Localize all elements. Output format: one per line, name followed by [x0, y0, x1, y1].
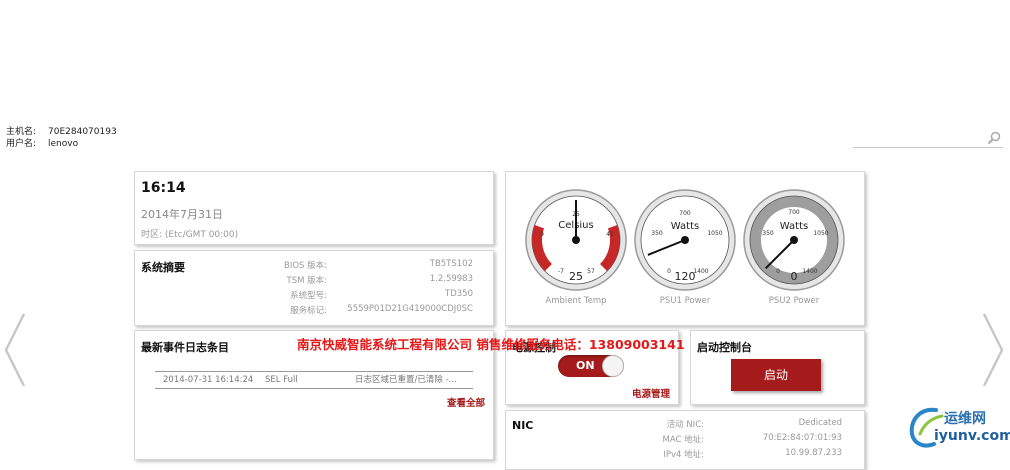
chevron-right-icon[interactable]: [978, 312, 1006, 388]
psu2-unit: Watts: [780, 221, 808, 232]
view-all-link[interactable]: 查看全部: [447, 395, 485, 409]
mac-address-row: MAC 地址: 70:E2:84:07:01:93: [506, 433, 864, 445]
watermark-logo: 运维网 iyunv.com: [906, 402, 1010, 450]
nic-card: NIC 活动 NIC: Dedicated MAC 地址: 70:E2:84:0…: [505, 410, 865, 470]
remote-console-card: 启动控制台 启动: [690, 330, 865, 405]
psu2-min: 0: [776, 268, 780, 275]
tsm-version-value: 1.2.59983: [429, 274, 473, 284]
mac-address-value: 70:E2:84:07:01:93: [762, 433, 842, 443]
ipv4-address-label: IPv4 地址:: [663, 450, 704, 460]
search-icon[interactable]: [987, 131, 1001, 145]
ipv4-address-row: IPv4 地址: 10.99.87.233: [506, 448, 864, 460]
psu1-max: 1400: [693, 268, 708, 275]
event-log-title: 最新事件日志条目: [141, 341, 229, 354]
watermark-en: iyunv.com: [934, 428, 1010, 444]
host-info: 主机名: 70E284070193 用户名: lenovo: [6, 126, 117, 150]
mac-address-label: MAC 地址:: [662, 435, 705, 445]
ipv4-address-value: 10.99.87.233: [785, 448, 842, 458]
service-tag-value: 5559P01D21G419000CDJ0SC: [347, 304, 473, 314]
active-nic-label: 活动 NIC:: [666, 420, 704, 430]
username-value: lenovo: [48, 139, 79, 149]
power-toggle-knob[interactable]: [602, 355, 624, 377]
psu1-power-label: PSU1 Power: [659, 296, 711, 306]
psu2-power-gauge: 350 700 1050 0 1400 Watts 0: [743, 189, 845, 291]
timezone: 时区: (Etc/GMT 00:00): [141, 230, 239, 240]
bios-version-row: BIOS 版本: TB5TS102: [135, 259, 493, 271]
psu1-min: 0: [667, 268, 671, 275]
psu1-value: 120: [675, 270, 696, 283]
psu1-power-gauge: 350 700 1050 0 1400 Watts 120: [634, 189, 736, 291]
system-summary-card: 系统摘要 BIOS 版本: TB5TS102 TSM 版本: 1.2.59983…: [134, 250, 494, 326]
remote-console-title: 启动控制台: [697, 341, 752, 354]
psu2-value: 0: [791, 270, 798, 283]
ambient-temp-label: Ambient Temp: [545, 296, 607, 306]
hostname-row: 主机名: 70E284070193: [6, 126, 117, 138]
active-nic-row: 活动 NIC: Dedicated: [506, 418, 864, 430]
time-card: 16:14 2014年7月31日 时区: (Etc/GMT 00:00): [134, 171, 494, 245]
event-type: SEL Full: [265, 375, 298, 385]
psu2-tick-350: 350: [762, 230, 774, 237]
ambient-temp-min: -7: [558, 268, 564, 275]
ambient-temp-gauge: 9 25 41 -7 57 Celsius 25: [525, 189, 627, 291]
psu1-unit: Watts: [671, 221, 699, 232]
current-date: 2014年7月31日: [141, 208, 223, 221]
system-model-value: TD350: [445, 289, 473, 299]
service-tag-label: 服务标记:: [290, 306, 327, 316]
bios-version-label: BIOS 版本:: [284, 261, 327, 271]
psu2-tick-1050: 1050: [813, 230, 828, 237]
watermark-cn: 运维网: [944, 411, 986, 427]
sensor-gauges-card: 9 25 41 -7 57 Celsius 25 350 700 1050 0 …: [505, 171, 865, 326]
psu2-tick-700: 700: [788, 209, 800, 216]
event-message: 日志区域已重置/已清除 -...: [355, 375, 457, 385]
hostname-label: 主机名:: [6, 127, 37, 137]
chevron-left-icon[interactable]: [2, 312, 30, 388]
psu1-tick-1050: 1050: [707, 230, 722, 237]
ambient-temp-tick-9: 9: [540, 231, 544, 238]
search-input[interactable]: [853, 131, 1003, 148]
event-timestamp: 2014-07-31 16:14:24: [163, 375, 254, 385]
service-tag-row: 服务标记: 5559P01D21G419000CDJ0SC: [135, 304, 493, 316]
system-model-label: 系统型号:: [290, 291, 327, 301]
username-row: 用户名: lenovo: [6, 138, 117, 150]
service-banner: 南京快威智能系统工程有限公司 销售维修服务电话：13809003141: [297, 337, 685, 352]
ambient-temp-tick-41: 41: [606, 231, 614, 238]
psu1-hub: [681, 236, 689, 244]
power-management-link[interactable]: 电源管理: [632, 386, 670, 400]
power-toggle-label: ON: [576, 359, 595, 372]
tsm-version-label: TSM 版本:: [286, 276, 328, 286]
current-time: 16:14: [141, 180, 186, 196]
psu2-power-label: PSU2 Power: [768, 296, 820, 306]
ambient-temp-hub: [572, 236, 580, 244]
psu2-max: 1400: [802, 268, 817, 275]
ambient-temp-max: 57: [587, 268, 595, 275]
username-label: 用户名:: [6, 139, 37, 149]
tsm-version-row: TSM 版本: 1.2.59983: [135, 274, 493, 286]
psu1-tick-350: 350: [651, 230, 663, 237]
psu2-hub: [790, 236, 798, 244]
psu1-tick-700: 700: [679, 210, 691, 217]
active-nic-value: Dedicated: [798, 418, 842, 428]
event-row[interactable]: 2014-07-31 16:14:24 SEL Full 日志区域已重置/已清除…: [155, 371, 473, 389]
power-toggle[interactable]: ON: [558, 355, 624, 377]
ambient-temp-value: 25: [569, 270, 583, 283]
launch-console-button[interactable]: 启动: [731, 359, 821, 391]
system-model-row: 系统型号: TD350: [135, 289, 493, 301]
hostname-value: 70E284070193: [48, 127, 117, 137]
bios-version-value: TB5TS102: [429, 259, 473, 269]
